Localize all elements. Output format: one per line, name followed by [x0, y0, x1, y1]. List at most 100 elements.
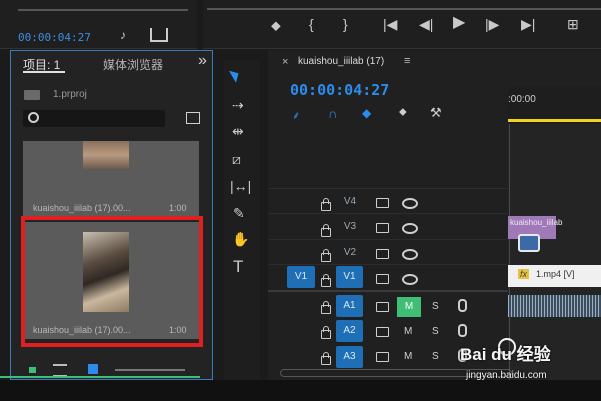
search-icon [28, 112, 39, 123]
add-marker-icon[interactable]: ◆ [362, 106, 371, 120]
track-label-v3[interactable]: V3 [338, 217, 362, 236]
program-scrubber[interactable] [207, 0, 601, 10]
new-search-bin-icon[interactable] [186, 112, 200, 124]
source-scrubber[interactable] [18, 0, 188, 11]
selection-highlight-box [21, 216, 203, 347]
track-divider [268, 239, 508, 240]
sync-lock-icon[interactable] [376, 327, 389, 337]
wrench-icon[interactable]: ⚒ [430, 105, 442, 121]
green-progress-bar [0, 376, 200, 378]
v1-clip[interactable]: fx 1.mp4 [V] [508, 265, 601, 287]
timeline-timecode[interactable]: 00:00:04:27 [290, 81, 389, 99]
time-ruler[interactable]: :00:00 [508, 86, 601, 124]
search-input[interactable] [23, 110, 165, 127]
track-label-a1[interactable]: A1 [336, 295, 363, 317]
add-marker-icon[interactable]: ⬥ [271, 18, 281, 32]
project-file-name: 1.prproj [53, 89, 87, 100]
track-select-icon[interactable]: ⇢ [232, 98, 244, 112]
mute-button[interactable]: M [404, 351, 412, 362]
solo-button[interactable]: S [432, 326, 439, 337]
project-panel: 项目: 1 媒体浏览器 » 1.prproj kuaishou_iiilab (… [10, 50, 213, 380]
lock-icon[interactable] [321, 326, 331, 339]
ripple-edit-icon[interactable]: ⇹ [232, 124, 244, 138]
lock-icon[interactable] [321, 224, 331, 237]
track-divider [268, 213, 508, 214]
hand-icon[interactable]: ✋ [232, 232, 249, 246]
solo-button[interactable]: S [432, 301, 439, 312]
track-label-v4[interactable]: V4 [338, 192, 362, 211]
timeline-tab-title[interactable]: kuaishou_iiilab (17) [298, 56, 384, 67]
lock-icon[interactable] [321, 352, 331, 365]
eye-icon[interactable] [402, 274, 418, 285]
lock-icon[interactable] [321, 274, 331, 287]
mark-out-icon[interactable]: } [343, 17, 348, 31]
drag-cursor-icon [518, 234, 540, 252]
program-monitor: ⬥ { } |◀ ◀| ▶ |▶ ▶| ⊞ [203, 0, 601, 49]
mic-icon[interactable] [458, 299, 467, 312]
fx-badge: fx [518, 269, 530, 279]
media-item[interactable]: kuaishou_iiilab (17).00... 1:00 [23, 141, 199, 217]
mute-button[interactable]: M [404, 326, 412, 337]
play-icon[interactable]: ▶ [453, 15, 465, 31]
export-frame-icon[interactable]: ♪ [120, 28, 136, 42]
eye-icon[interactable] [402, 198, 418, 209]
track-label-a3[interactable]: A3 [336, 346, 363, 368]
clip-thumbnail [83, 141, 129, 169]
razor-icon[interactable]: ⧄ [232, 152, 241, 166]
lift-icon[interactable]: ⊞ [567, 17, 579, 31]
work-area-bar[interactable] [508, 119, 601, 122]
track-divider [268, 188, 508, 189]
source-timecode: 00:00:04:27 [18, 31, 91, 44]
icon-view-icon[interactable] [88, 364, 98, 374]
baidu-logo-text: Bai du 经验 [460, 345, 551, 364]
lock-icon[interactable] [321, 198, 331, 211]
go-to-in-icon[interactable]: |◀ [383, 17, 397, 31]
more-panels-icon[interactable]: » [198, 52, 207, 70]
sync-lock-icon[interactable] [376, 198, 389, 208]
settings-icon[interactable] [150, 28, 168, 42]
sync-lock-icon[interactable] [376, 249, 389, 259]
source-patch-v1[interactable]: V1 [287, 266, 315, 288]
sync-lock-icon[interactable] [376, 223, 389, 233]
zoom-slider[interactable] [115, 369, 185, 371]
video-audio-divider [268, 290, 508, 292]
sync-lock-icon[interactable] [376, 352, 389, 362]
bin-icon [24, 90, 40, 100]
clip-name: kuaishou_iiilab (17).00... [33, 203, 131, 213]
clip-duration: 1:00 [169, 203, 187, 213]
sync-lock-icon[interactable] [376, 302, 389, 312]
v2-clip-label: kuaishou_iiilab [510, 218, 563, 227]
pen-icon[interactable]: ✎ [233, 206, 245, 220]
track-label-v1[interactable]: V1 [336, 266, 363, 288]
step-back-icon[interactable]: ◀| [419, 17, 433, 31]
selection-tool-icon[interactable] [228, 67, 243, 83]
snap-icon[interactable]: ⸙ [292, 108, 300, 123]
tab-media-browser[interactable]: 媒体浏览器 [103, 56, 163, 73]
mute-button[interactable]: M [397, 297, 421, 317]
type-icon[interactable]: T [233, 258, 243, 275]
linked-selection-icon[interactable]: ∩ [328, 106, 337, 121]
go-to-out-icon[interactable]: ▶| [521, 17, 535, 31]
track-label-v2[interactable]: V2 [338, 243, 362, 262]
source-monitor: 00:00:04:27 ♪ [0, 0, 197, 49]
lock-icon[interactable] [321, 249, 331, 262]
a1-audio-clip[interactable] [508, 295, 601, 317]
track-divider [268, 264, 508, 265]
sync-lock-icon[interactable] [376, 274, 389, 284]
v1-clip-label: 1.mp4 [V] [536, 269, 575, 279]
eye-icon[interactable] [402, 223, 418, 234]
slip-icon[interactable]: |↔| [230, 179, 251, 193]
close-tab-icon[interactable]: × [282, 56, 288, 68]
mark-in-icon[interactable]: { [309, 17, 314, 31]
solo-button[interactable]: S [432, 351, 439, 362]
baidu-watermark: Bai du 经验 jingyan.baidu.com [456, 336, 596, 386]
lock-icon[interactable] [321, 301, 331, 314]
ruler-start-label: :00:00 [508, 94, 536, 105]
lock-icon[interactable] [29, 367, 36, 373]
track-label-a2[interactable]: A2 [336, 320, 363, 342]
active-tab-underline [23, 71, 65, 73]
step-forward-icon[interactable]: |▶ [485, 17, 499, 31]
tab-menu-icon[interactable]: ≡ [404, 55, 410, 67]
marker-icon[interactable]: ⬥ [399, 106, 407, 119]
eye-icon[interactable] [402, 249, 418, 260]
